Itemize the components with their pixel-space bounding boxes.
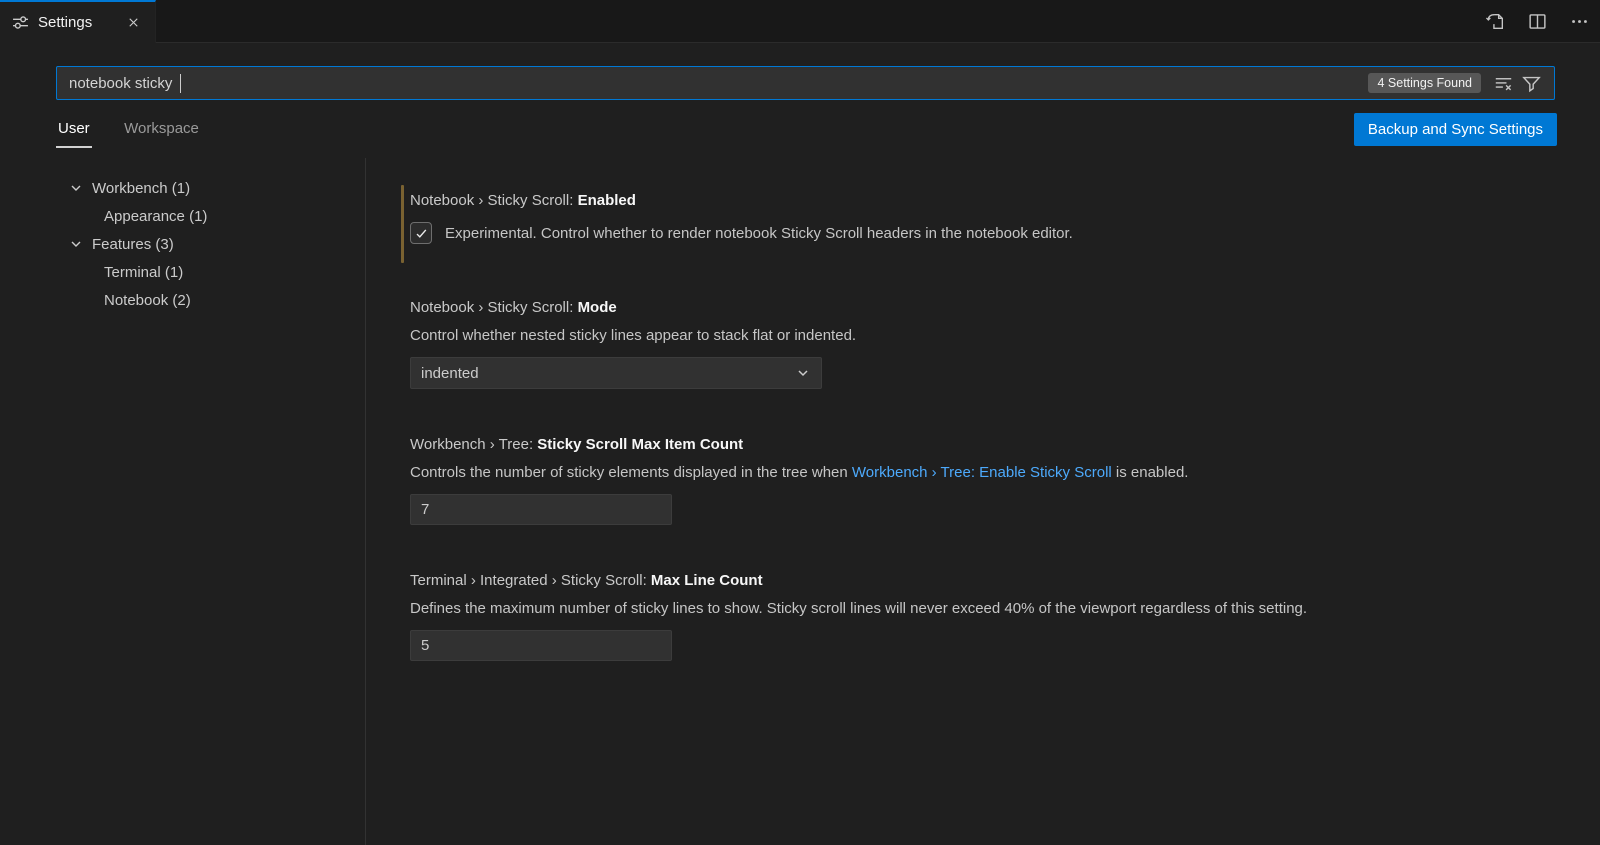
- max-line-count-input[interactable]: [410, 630, 672, 661]
- split-editor-icon[interactable]: [1524, 9, 1550, 35]
- toc-item-features[interactable]: Features (3): [0, 230, 365, 258]
- toc-item-notebook[interactable]: Notebook (2): [0, 286, 365, 314]
- more-actions-icon[interactable]: [1566, 9, 1592, 35]
- setting-description: Controls the number of sticky elements d…: [410, 464, 1560, 481]
- toc-label: Notebook: [104, 292, 172, 309]
- select-selected-value: indented: [421, 365, 795, 382]
- scope-tab-workspace[interactable]: Workspace: [122, 112, 201, 148]
- setting-notebook-sticky-scroll-enabled: Notebook › Sticky Scroll: Enabled Experi…: [410, 192, 1560, 244]
- search-query-text: notebook sticky: [69, 75, 177, 92]
- setting-notebook-sticky-scroll-mode: Notebook › Sticky Scroll: Mode Control w…: [410, 299, 1560, 389]
- toc-settings-divider: [365, 158, 366, 845]
- backup-and-sync-settings-button[interactable]: Backup and Sync Settings: [1354, 113, 1557, 146]
- toc-count: (1): [165, 264, 183, 281]
- settings-list: Notebook › Sticky Scroll: Enabled Experi…: [410, 174, 1560, 661]
- setting-title: Notebook › Sticky Scroll: Mode: [410, 299, 1560, 316]
- description-text: Controls the number of sticky elements d…: [410, 464, 852, 481]
- settings-scope-row: User Workspace Backup and Sync Settings: [56, 112, 1557, 154]
- tab-settings[interactable]: Settings: [0, 0, 156, 43]
- max-item-count-input[interactable]: [410, 494, 672, 525]
- toc-item-appearance[interactable]: Appearance (1): [0, 202, 365, 230]
- toc-count: (3): [155, 236, 173, 253]
- toc-item-workbench[interactable]: Workbench (1): [0, 174, 365, 202]
- close-icon[interactable]: [123, 13, 143, 33]
- settings-sliders-icon: [12, 14, 29, 31]
- text-caret: [180, 74, 182, 93]
- toc-count: (2): [172, 292, 190, 309]
- setting-label: Sticky Scroll Max Item Count: [537, 436, 743, 453]
- scope-tab-user[interactable]: User: [56, 112, 92, 148]
- editor-actions: [1482, 0, 1592, 43]
- setting-label: Enabled: [578, 192, 636, 209]
- settings-search-input[interactable]: notebook sticky 4 Settings Found: [56, 66, 1555, 100]
- open-settings-json-icon[interactable]: [1482, 9, 1508, 35]
- setting-category: Workbench › Tree:: [410, 436, 537, 453]
- tab-title: Settings: [38, 14, 92, 31]
- setting-category: Terminal › Integrated › Sticky Scroll:: [410, 572, 651, 589]
- setting-category: Notebook › Sticky Scroll:: [410, 192, 578, 209]
- filter-settings-icon[interactable]: [1519, 71, 1543, 95]
- setting-description: Defines the maximum number of sticky lin…: [410, 600, 1560, 617]
- setting-label: Max Line Count: [651, 572, 763, 589]
- setting-label: Mode: [578, 299, 617, 316]
- toc-count: (1): [172, 180, 190, 197]
- setting-terminal-sticky-scroll-max-line-count: Terminal › Integrated › Sticky Scroll: M…: [410, 572, 1560, 661]
- checkbox-checked[interactable]: [410, 222, 432, 244]
- setting-title: Workbench › Tree: Sticky Scroll Max Item…: [410, 436, 1560, 453]
- settings-toc-tree: Workbench (1) Appearance (1) Features (3…: [0, 174, 365, 314]
- clear-settings-search-icon[interactable]: [1491, 71, 1515, 95]
- editor-tab-bar: Settings: [0, 0, 1600, 43]
- chevron-down-icon[interactable]: [68, 236, 84, 252]
- description-text: is enabled.: [1112, 464, 1189, 481]
- setting-description: Experimental. Control whether to render …: [445, 225, 1073, 242]
- toc-count: (1): [189, 208, 207, 225]
- results-count-badge: 4 Settings Found: [1368, 73, 1481, 93]
- chevron-down-icon[interactable]: [68, 180, 84, 196]
- setting-workbench-tree-sticky-scroll-max-item-count: Workbench › Tree: Sticky Scroll Max Item…: [410, 436, 1560, 525]
- chevron-down-icon: [795, 365, 811, 381]
- toc-item-terminal[interactable]: Terminal (1): [0, 258, 365, 286]
- setting-checkbox-row: Experimental. Control whether to render …: [410, 222, 1560, 244]
- setting-reference-link[interactable]: Workbench › Tree: Enable Sticky Scroll: [852, 464, 1112, 481]
- toc-label: Appearance: [104, 208, 189, 225]
- setting-title: Terminal › Integrated › Sticky Scroll: M…: [410, 572, 1560, 589]
- mode-select-dropdown[interactable]: indented: [410, 357, 822, 389]
- setting-title: Notebook › Sticky Scroll: Enabled: [410, 192, 1560, 209]
- setting-category: Notebook › Sticky Scroll:: [410, 299, 578, 316]
- toc-label: Workbench: [92, 180, 172, 197]
- setting-description: Control whether nested sticky lines appe…: [410, 327, 1560, 344]
- toc-label: Features: [92, 236, 155, 253]
- toc-label: Terminal: [104, 264, 165, 281]
